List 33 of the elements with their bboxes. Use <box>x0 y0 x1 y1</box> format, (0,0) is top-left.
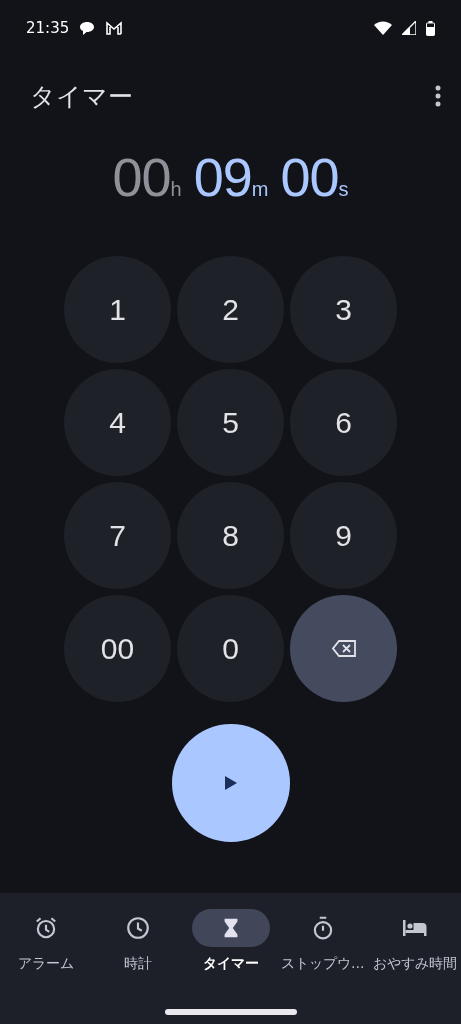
time-unit: s <box>338 178 349 201</box>
clock-icon <box>125 915 152 941</box>
digit-key[interactable]: 1 <box>64 256 171 363</box>
digit-key[interactable]: 7 <box>64 482 171 589</box>
time-unit: m <box>251 178 269 201</box>
time-digits: 09 <box>193 146 252 208</box>
digit-key[interactable]: 0 <box>177 595 284 702</box>
digit-key[interactable]: 2 <box>177 256 284 363</box>
digit-key[interactable]: 8 <box>177 482 284 589</box>
gesture-handle[interactable] <box>164 1009 297 1015</box>
nav-tab[interactable]: アラーム <box>0 909 93 973</box>
nav-tab[interactable]: おやすみ時間 <box>368 909 461 973</box>
nav-tab[interactable]: ストップウ… <box>276 909 369 973</box>
time-digits: 00 <box>280 146 339 208</box>
mail-icon <box>105 21 124 35</box>
digit-key[interactable]: 3 <box>290 256 397 363</box>
signal-icon <box>402 21 416 35</box>
time-unit: h <box>170 178 182 201</box>
status-time: 21:35 <box>26 19 70 37</box>
digit-key[interactable]: 00 <box>64 595 171 702</box>
wifi-icon <box>374 21 392 35</box>
play-icon <box>223 775 238 791</box>
backspace-icon <box>331 640 356 657</box>
digit-key[interactable]: 4 <box>64 369 171 476</box>
digit-key[interactable]: 9 <box>290 482 397 589</box>
digit-key[interactable]: 5 <box>177 369 284 476</box>
nav-tab[interactable]: 時計 <box>92 909 185 973</box>
digit-key[interactable]: 6 <box>290 369 397 476</box>
chat-bubble-icon <box>79 20 96 36</box>
battery-icon <box>426 20 435 36</box>
screen-title: タイマー <box>30 80 133 113</box>
more-options-icon[interactable] <box>435 85 441 107</box>
time-digits: 00 <box>112 146 171 208</box>
